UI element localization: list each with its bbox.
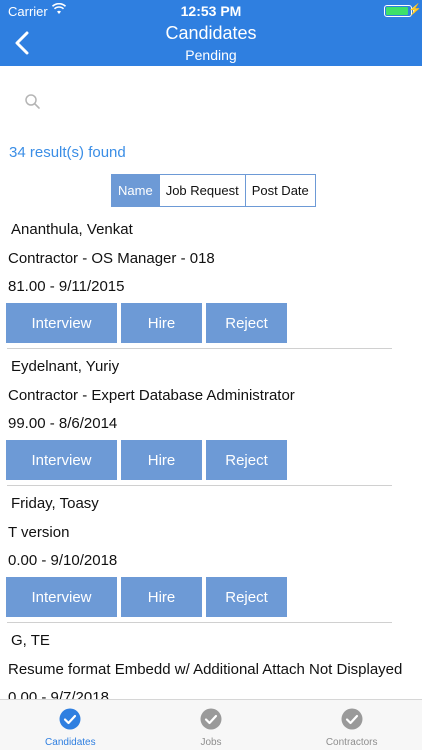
candidate-job: T version xyxy=(8,524,70,541)
candidate-list[interactable]: Ananthula, Venkat Contractor - OS Manage… xyxy=(0,212,422,699)
candidate-actions: Interview Hire Reject xyxy=(6,440,291,480)
page-title: Candidates xyxy=(165,23,257,43)
hire-button[interactable]: Hire xyxy=(121,577,202,617)
reject-button[interactable]: Reject xyxy=(206,440,287,480)
tab-jobs[interactable]: Jobs xyxy=(141,700,282,750)
candidate-rate-date: 81.00 - 9/11/2015 xyxy=(8,278,125,295)
navigation-bar: Carrier 12:53 PM ⚡ Candidates Pending xyxy=(0,0,422,66)
candidate-rate-date: 0.00 - 9/10/2018 xyxy=(8,552,118,569)
tab-contractors[interactable]: Contractors xyxy=(281,700,422,750)
tab-candidates[interactable]: Candidates xyxy=(0,700,141,750)
candidate-job: Contractor - OS Manager - 018 xyxy=(8,250,215,267)
reject-button[interactable]: Reject xyxy=(206,577,287,617)
sort-name-button[interactable]: Name xyxy=(111,174,160,207)
candidate-name: G, TE xyxy=(11,632,50,649)
check-circle-icon xyxy=(341,708,363,730)
interview-button[interactable]: Interview xyxy=(6,577,117,617)
list-item: Friday, Toasy T version 0.00 - 9/10/2018… xyxy=(0,486,422,623)
candidate-name: Ananthula, Venkat xyxy=(11,221,133,238)
check-circle-icon xyxy=(200,708,222,730)
tab-label: Jobs xyxy=(200,737,222,748)
status-time: 12:53 PM xyxy=(180,3,242,19)
page-subtitle: Pending xyxy=(185,47,237,63)
search-input[interactable] xyxy=(48,90,398,116)
tab-label: Contractors xyxy=(325,737,378,748)
list-item: G, TE Resume format Embedd w/ Additional… xyxy=(0,623,422,699)
charging-icon: ⚡ xyxy=(408,4,422,16)
list-item: Eydelnant, Yuriy Contractor - Expert Dat… xyxy=(0,349,422,486)
search-icon xyxy=(25,94,40,109)
sort-job-request-button[interactable]: Job Request xyxy=(158,174,246,207)
list-item: Ananthula, Venkat Contractor - OS Manage… xyxy=(0,212,422,349)
results-count: 34 result(s) found xyxy=(9,144,126,161)
interview-button[interactable]: Interview xyxy=(6,303,117,343)
candidate-name: Eydelnant, Yuriy xyxy=(11,358,120,375)
status-bar: Carrier 12:53 PM ⚡ xyxy=(0,0,422,22)
candidate-job: Resume format Embedd w/ Additional Attac… xyxy=(8,661,403,678)
tab-bar: Candidates Jobs Contractors xyxy=(0,699,422,750)
candidate-actions: Interview Hire Reject xyxy=(6,303,291,343)
candidate-actions: Interview Hire Reject xyxy=(6,577,291,617)
hire-button[interactable]: Hire xyxy=(121,303,202,343)
candidate-rate-date: 99.00 - 8/6/2014 xyxy=(8,415,118,432)
candidate-name: Friday, Toasy xyxy=(11,495,99,512)
tab-label: Candidates xyxy=(45,737,96,748)
check-circle-icon xyxy=(59,708,81,730)
sort-post-date-button[interactable]: Post Date xyxy=(244,174,316,207)
candidate-job: Contractor - Expert Database Administrat… xyxy=(8,387,295,404)
reject-button[interactable]: Reject xyxy=(206,303,287,343)
hire-button[interactable]: Hire xyxy=(121,440,202,480)
sort-segmented-control: Name Job Request Post Date xyxy=(111,174,316,207)
interview-button[interactable]: Interview xyxy=(6,440,117,480)
search-bar xyxy=(20,90,400,116)
candidate-rate-date: 0.00 - 9/7/2018 xyxy=(8,689,109,699)
